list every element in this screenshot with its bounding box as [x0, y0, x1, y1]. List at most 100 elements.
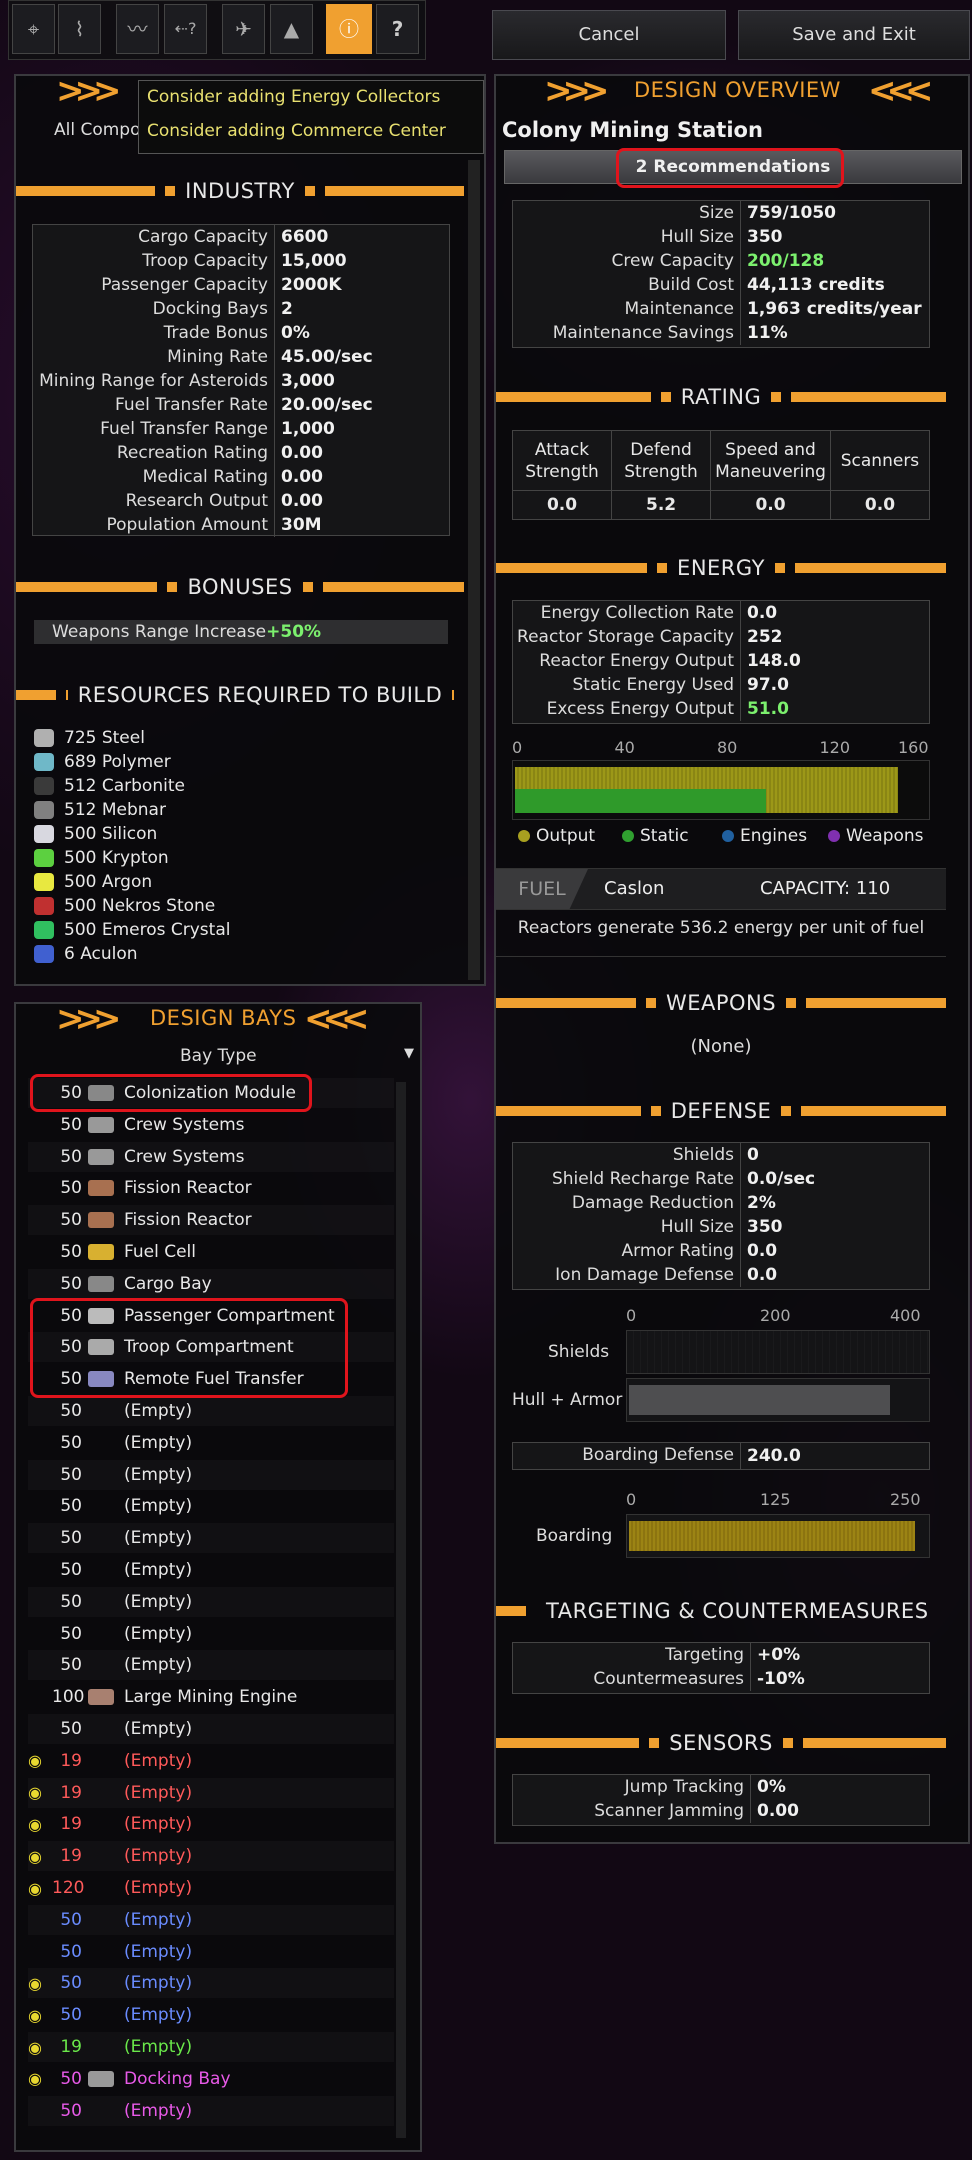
bay-row[interactable]: 50 Fission Reactor	[28, 1173, 394, 1203]
bay-size: 50	[60, 2005, 82, 2026]
stat-value: 51.0	[747, 699, 789, 719]
bay-row[interactable]: 50 (Empty)	[28, 1555, 394, 1585]
eye-icon[interactable]: ◉	[28, 2006, 52, 2025]
eye-icon[interactable]: ◉	[28, 1815, 52, 1834]
bay-name: (Empty)	[124, 1782, 193, 1803]
rating-column: Attack Strength 0.0	[513, 431, 613, 519]
bay-row[interactable]: ◉ 19 (Empty)	[28, 1809, 394, 1839]
bay-row[interactable]: 50 (Empty)	[28, 1905, 394, 1935]
resource-icon	[34, 801, 54, 819]
bay-row[interactable]: ◉ 50 (Empty)	[28, 1968, 394, 1998]
bay-name: (Empty)	[124, 1496, 193, 1517]
bay-row[interactable]: 50 Cargo Bay	[28, 1269, 394, 1299]
tooltip-line-1: Consider adding Energy Collectors	[147, 87, 441, 107]
bay-row[interactable]: 50 Crew Systems	[28, 1142, 394, 1172]
stat-label: Excess Energy Output	[513, 697, 741, 721]
stat-row: Energy Collection Rate 0.0	[513, 601, 929, 625]
bay-row[interactable]: 50 (Empty)	[28, 1460, 394, 1490]
scrollbar[interactable]	[468, 160, 480, 980]
bay-name: (Empty)	[124, 1623, 193, 1644]
ship-icon[interactable]: ✈	[222, 4, 265, 54]
sort-dropdown-icon[interactable]: ▼	[404, 1046, 414, 1061]
stat-label: Countermeasures	[513, 1667, 751, 1691]
eye-icon[interactable]: ◉	[28, 1751, 52, 1770]
waveform-icon[interactable]: ⌇	[58, 4, 101, 54]
stat-value: 0.0/sec	[747, 1169, 816, 1189]
bay-row[interactable]: 50 (Empty)	[28, 1523, 394, 1553]
rating-table: Attack Strength 0.0 Defend Strength 5.2 Spee…	[512, 430, 930, 520]
eye-icon[interactable]: ◉	[28, 1974, 52, 1993]
bay-row[interactable]: ◉ 120 (Empty)	[28, 1873, 394, 1903]
bay-row[interactable]: 50 (Empty)	[28, 1428, 394, 1458]
bay-row[interactable]: 50 (Empty)	[28, 2096, 394, 2126]
save-and-exit-button[interactable]: Save and Exit	[738, 10, 970, 60]
bay-row[interactable]: 50 (Empty)	[28, 1650, 394, 1680]
arrow-question-icon[interactable]: ⇠?	[164, 4, 207, 54]
stat-value: 20.00/sec	[281, 395, 373, 415]
fuel-capacity: CAPACITY: 110	[760, 878, 891, 899]
stat-row: Mining Range for Asteroids 3,000	[33, 369, 449, 393]
bay-row[interactable]: 100 Large Mining Engine	[28, 1682, 394, 1712]
defense-header: DEFENSE	[496, 1096, 947, 1126]
shapes-icon[interactable]: ▲	[270, 4, 313, 54]
bay-type-column-header[interactable]: Bay Type ▼	[28, 1046, 414, 1070]
eye-icon[interactable]: ◉	[28, 1847, 52, 1866]
stat-label: Jump Tracking	[513, 1775, 751, 1799]
bay-row[interactable]: 50 (Empty)	[28, 1396, 394, 1426]
component-icon	[88, 1244, 114, 1260]
bay-row[interactable]: ◉ 50 Docking Bay	[28, 2064, 394, 2094]
bay-row[interactable]: ◉ 19 (Empty)	[28, 1778, 394, 1808]
stat-label: Mining Range for Asteroids	[33, 369, 275, 393]
bay-row[interactable]: ◉ 19 (Empty)	[28, 1746, 394, 1776]
bay-size: 50	[60, 1591, 82, 1612]
info-icon[interactable]: ⓘ	[326, 4, 372, 54]
stat-value: -10%	[757, 1669, 805, 1689]
fuel-type[interactable]: Caslon	[604, 869, 664, 909]
chevrons-left: >>>	[544, 71, 610, 111]
rating-heading: Attack Strength	[513, 431, 612, 491]
stat-value: 0.00	[757, 1801, 799, 1821]
stat-label: Population Amount	[33, 513, 275, 537]
stat-row: Trade Bonus 0%	[33, 321, 449, 345]
bay-row[interactable]: 50 Fuel Cell	[28, 1237, 394, 1267]
stat-label: Reactor Storage Capacity	[513, 625, 741, 649]
bay-row[interactable]: ◉ 19 (Empty)	[28, 2032, 394, 2062]
boarding-defense-value: 240.0	[747, 1446, 801, 1466]
bay-row[interactable]: 50 (Empty)	[28, 1619, 394, 1649]
resource-icon	[34, 753, 54, 771]
stat-row: Static Energy Used 97.0	[513, 673, 929, 697]
stat-row: Mining Rate 45.00/sec	[33, 345, 449, 369]
help-icon[interactable]: ?	[376, 4, 419, 54]
eye-icon[interactable]: ◉	[28, 2069, 52, 2088]
bay-scrollbar[interactable]	[396, 1082, 406, 2138]
bay-row[interactable]: 50 (Empty)	[28, 1937, 394, 1967]
component-icon	[88, 1212, 114, 1229]
bay-row[interactable]: ◉ 50 (Empty)	[28, 2000, 394, 2030]
crosshair-icon[interactable]: ⌖	[12, 4, 55, 54]
bay-name: (Empty)	[124, 1560, 193, 1580]
defense-tick: 0	[626, 1306, 637, 1325]
resource-item: 6 Aculon	[34, 942, 138, 966]
components-filter[interactable]: All Compo	[54, 120, 141, 140]
bay-row[interactable]: 50 (Empty)	[28, 1714, 394, 1744]
bay-size: 50	[60, 1941, 82, 1962]
stat-value: 2	[281, 299, 293, 319]
cancel-button[interactable]: Cancel	[492, 10, 726, 60]
waveform-alt-icon[interactable]: 〰	[116, 4, 159, 54]
stat-label: Recreation Rating	[33, 441, 275, 465]
bay-row[interactable]: 50 (Empty)	[28, 1587, 394, 1617]
stat-row: Reactor Storage Capacity 252	[513, 625, 929, 649]
bay-row[interactable]: 50 Crew Systems	[28, 1110, 394, 1140]
eye-icon[interactable]: ◉	[28, 1879, 52, 1898]
eye-icon[interactable]: ◉	[28, 1783, 52, 1802]
bay-row[interactable]: 50 (Empty)	[28, 1491, 394, 1521]
defense-stats: Shields 0 Shield Recharge Rate 0.0/sec Damag…	[512, 1142, 930, 1290]
eye-icon[interactable]: ◉	[28, 2038, 52, 2057]
bay-row[interactable]: 50 Fission Reactor	[28, 1205, 394, 1235]
bay-row[interactable]: ◉ 19 (Empty)	[28, 1841, 394, 1871]
stat-row: Research Output 0.00	[33, 489, 449, 513]
stat-label: Passenger Capacity	[33, 273, 275, 297]
stat-value: 350	[747, 227, 783, 247]
weapons-header: WEAPONS	[496, 988, 947, 1018]
design-name: Colony Mining Station	[502, 118, 763, 142]
